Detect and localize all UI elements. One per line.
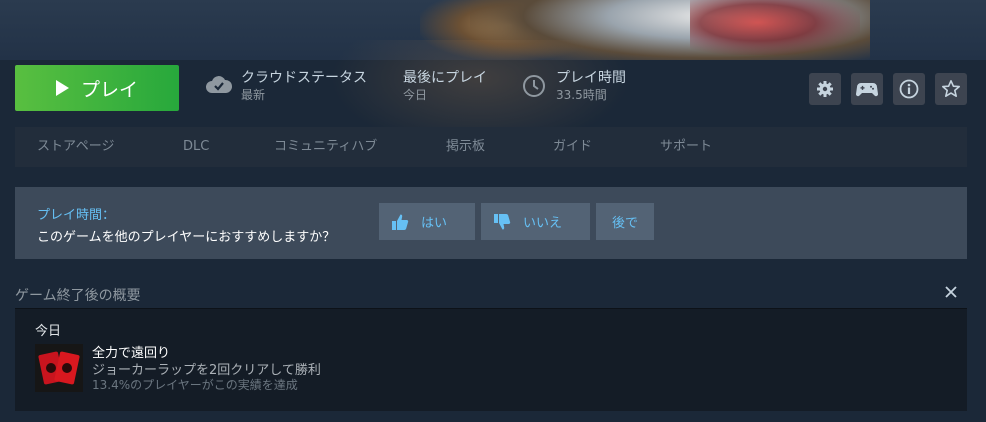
playtime-value: 33.5時間 <box>556 88 607 102</box>
hero-image-car-red <box>690 0 860 55</box>
controller-icon <box>856 83 878 97</box>
game-nav-bar: ストアページ DLC コミュニティハブ 掲示板 ガイド サポート <box>15 127 967 167</box>
review-prompt: プレイ時間： このゲームを他のプレイヤーにおすすめしますか？ はい いいえ 後で <box>15 187 967 259</box>
nav-support[interactable]: サポート <box>660 127 712 167</box>
last-played: 最後にプレイ 今日 <box>403 69 487 103</box>
nav-store-page[interactable]: ストアページ <box>37 127 114 167</box>
review-later-label: 後で <box>611 216 638 231</box>
close-icon[interactable] <box>943 284 959 300</box>
info-button[interactable] <box>893 73 925 105</box>
review-yes-label: はい <box>421 216 448 231</box>
summary-date: 今日 <box>35 324 62 339</box>
gear-icon <box>817 81 833 97</box>
play-button[interactable]: プレイ <box>15 65 179 111</box>
review-playtime-label: プレイ時間： <box>37 208 116 223</box>
nav-community-hub[interactable]: コミュニティハブ <box>274 127 377 167</box>
settings-button[interactable] <box>809 73 841 105</box>
thumbs-down-icon <box>494 213 511 229</box>
post-game-summary-title: ゲーム終了後の概要 <box>15 288 141 304</box>
review-no-button[interactable]: いいえ <box>481 203 590 240</box>
last-played-value: 今日 <box>403 88 428 102</box>
favorite-button[interactable] <box>935 73 967 105</box>
star-icon <box>942 80 960 97</box>
controller-button[interactable] <box>851 73 883 105</box>
play-button-label: プレイ <box>80 78 138 101</box>
review-yes-button[interactable]: はい <box>379 203 475 240</box>
cloud-status: クラウドステータス 最新 <box>205 69 367 103</box>
info-icon <box>899 79 919 99</box>
cloud-status-value: 最新 <box>241 88 266 102</box>
achievement-icon <box>35 344 83 392</box>
action-bar: プレイ クラウドステータス 最新 最後にプレイ 今日 プレイ時間 33.5時間 <box>0 55 986 120</box>
nav-dlc[interactable]: DLC <box>183 127 209 167</box>
last-played-title: 最後にプレイ <box>403 70 487 86</box>
review-later-button[interactable]: 後で <box>596 203 654 240</box>
clock-icon <box>523 75 545 97</box>
review-no-label: いいえ <box>523 216 563 231</box>
play-icon <box>55 80 69 96</box>
nav-discussions[interactable]: 掲示板 <box>446 127 485 167</box>
playtime: プレイ時間 33.5時間 <box>520 69 626 103</box>
cloud-check-icon <box>206 76 233 93</box>
thumbs-up-icon <box>392 214 409 230</box>
playtime-title: プレイ時間 <box>556 70 626 86</box>
review-question: このゲームを他のプレイヤーにおすすめしますか？ <box>37 230 336 245</box>
cloud-status-title: クラウドステータス <box>241 70 367 86</box>
achievement-percent: 13.4%のプレイヤーがこの実績を達成 <box>92 378 298 392</box>
nav-guides[interactable]: ガイド <box>553 127 592 167</box>
post-game-summary-panel: 今日 全力で遠回り ジョーカーラップを2回クリアして勝利 13.4%のプレイヤー… <box>15 308 967 411</box>
